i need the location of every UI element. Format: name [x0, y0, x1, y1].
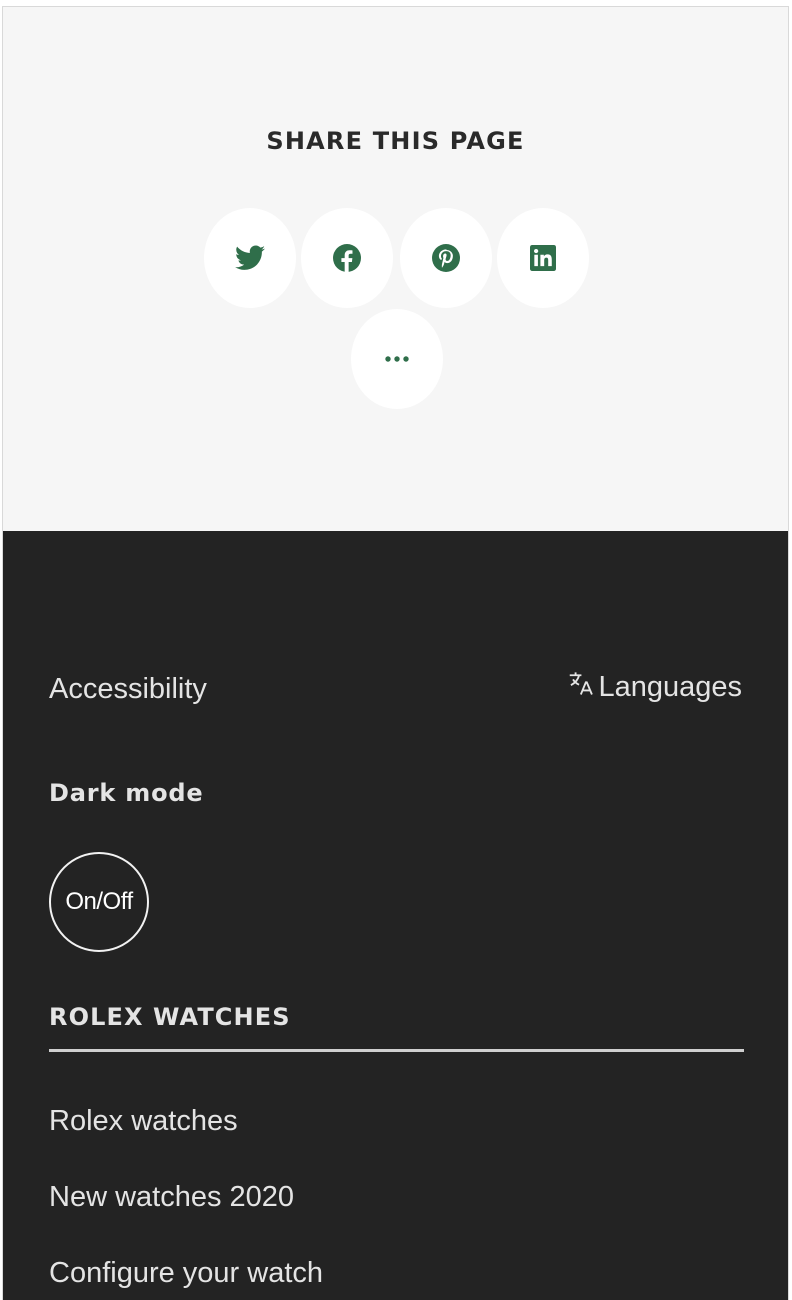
- dark-mode-toggle[interactable]: On/Off: [49, 852, 149, 952]
- pinterest-icon: [432, 244, 460, 272]
- share-more-button[interactable]: [351, 309, 443, 409]
- footer-link-configure-your-watch[interactable]: Configure your watch: [49, 1257, 323, 1290]
- share-title: SHARE THIS PAGE: [266, 127, 525, 155]
- section-divider: [49, 1049, 744, 1052]
- accessibility-link[interactable]: Accessibility: [49, 673, 207, 706]
- twitter-icon: [235, 245, 265, 270]
- footer-link-rolex-watches[interactable]: Rolex watches: [49, 1105, 238, 1138]
- facebook-icon: [333, 244, 361, 272]
- more-dots-icon: [385, 356, 409, 362]
- translate-icon: [570, 672, 594, 695]
- page-frame: SHARE THIS PAGE Accessibility Languages …: [2, 6, 789, 1300]
- footer-link-new-watches-2020[interactable]: New watches 2020: [49, 1181, 294, 1214]
- dark-mode-title: Dark mode: [49, 779, 204, 807]
- share-twitter-button[interactable]: [204, 208, 296, 308]
- share-pinterest-button[interactable]: [400, 208, 492, 308]
- share-linkedin-button[interactable]: [497, 208, 589, 308]
- languages-link[interactable]: Languages: [568, 671, 742, 704]
- languages-label: Languages: [598, 671, 742, 703]
- rolex-watches-section-title: ROLEX WATCHES: [49, 1003, 291, 1031]
- footer: Accessibility Languages Dark mode On/Off…: [3, 531, 788, 1300]
- share-facebook-button[interactable]: [301, 208, 393, 308]
- linkedin-icon: [530, 245, 556, 271]
- share-section: SHARE THIS PAGE: [3, 7, 788, 531]
